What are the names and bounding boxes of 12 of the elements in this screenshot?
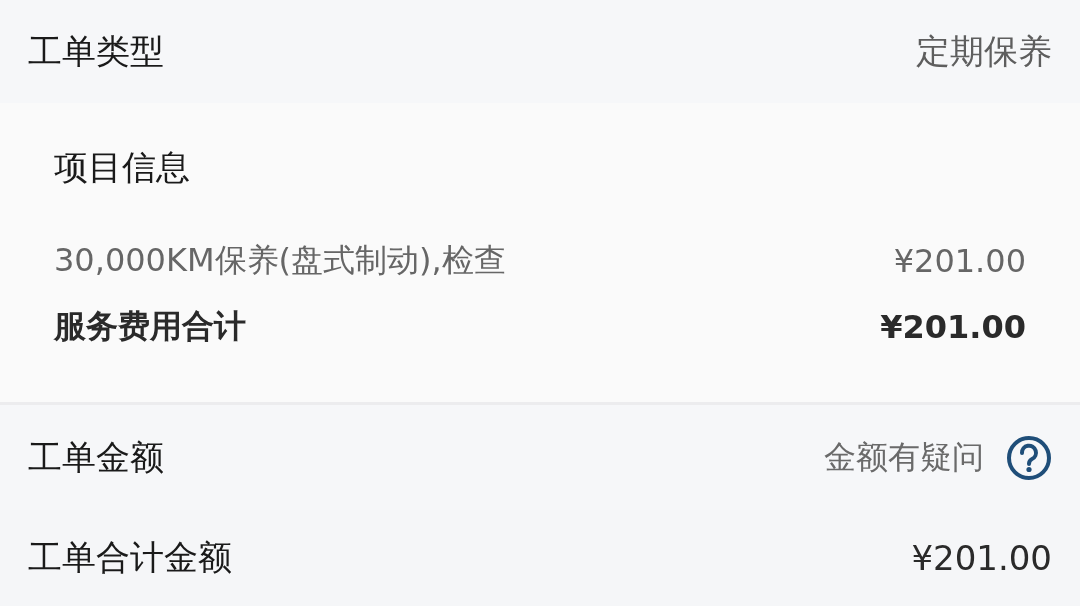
subtotal-value: ¥201.00 [880, 308, 1026, 346]
subtotal-label: 服务费用合计 [54, 306, 246, 347]
section-title: 工单金额 [28, 435, 164, 479]
total-label: 工单合计金额 [28, 536, 232, 579]
item-price: ¥201.00 [893, 242, 1026, 280]
section-title: 项目信息 [54, 146, 191, 189]
field-value: 定期保养 [916, 29, 1052, 73]
field-label: 工单类型 [28, 29, 164, 73]
help-icon[interactable] [1006, 434, 1052, 481]
total-value: ¥201.00 [911, 538, 1052, 578]
item-name: 30,000KM保养(盘式制动),检查 [54, 240, 506, 281]
amount-query-link[interactable]: 金额有疑问 [824, 435, 984, 480]
